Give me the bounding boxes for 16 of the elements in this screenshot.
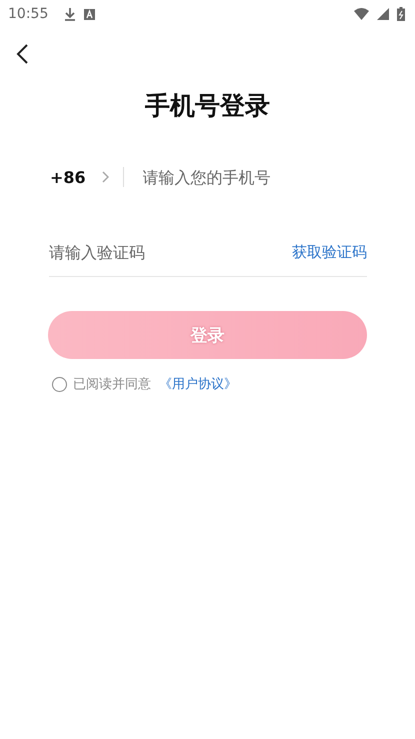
download-icon [64, 7, 76, 21]
phone-input-field[interactable]: 请输入您的手机号 [142, 168, 367, 186]
user-agreement-link[interactable]: 《用户协议》 [159, 375, 237, 393]
agree-checkbox[interactable] [52, 376, 67, 392]
keyboard-icon [84, 8, 96, 20]
chevron-right-icon[interactable] [102, 171, 109, 183]
wifi-icon [354, 8, 369, 20]
code-input-field[interactable]: 请输入验证码 [49, 242, 292, 262]
get-code-link[interactable]: 获取验证码 [292, 242, 367, 262]
battery-icon [397, 7, 405, 21]
page-title: 手机号登录 [144, 90, 271, 122]
back-icon[interactable] [16, 44, 28, 64]
agree-text: 已阅读并同意 [73, 376, 151, 393]
country-code[interactable]: +86 [50, 168, 86, 186]
signal-icon [377, 8, 389, 20]
status-time: 10:55 [8, 6, 48, 22]
